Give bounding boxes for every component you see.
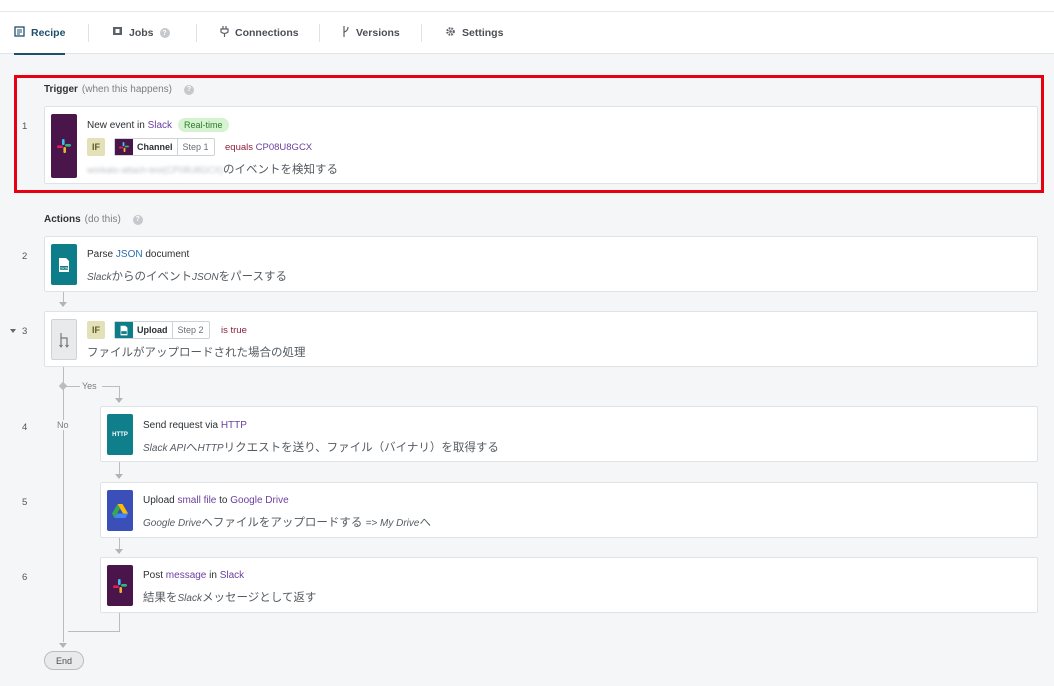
step-number: 6	[22, 572, 28, 583]
step-card-if-condition[interactable]: IF Upload Step 2 is true ファイルがアップロードされた場…	[44, 311, 1038, 367]
connector-arrow	[115, 549, 123, 554]
recipe-tabs: Recipe Jobs ? Connections Versions Setti…	[0, 12, 1054, 55]
tab-label: Versions	[356, 27, 400, 39]
tab-versions[interactable]: Versions	[342, 12, 400, 54]
help-icon[interactable]: ?	[159, 28, 170, 38]
if-tag: IF	[87, 321, 105, 339]
step-number: 2	[22, 251, 28, 262]
actions-title: Actions	[44, 214, 81, 225]
json-document-icon: JSON	[51, 244, 77, 285]
pill-name: Upload	[137, 325, 168, 335]
step-description: 結果をSlackメッセージとして返す	[143, 592, 317, 604]
top-bar	[0, 0, 1054, 12]
highlight-box	[14, 75, 1044, 193]
step-card-google-drive[interactable]: Upload small file to Google Drive Google…	[100, 482, 1038, 538]
tab-divider	[319, 24, 320, 42]
collapse-toggle[interactable]	[10, 329, 16, 333]
datapill-upload[interactable]: Upload Step 2	[114, 321, 210, 339]
step-description: Google Driveへファイルをアップロードする => My Driveへ	[143, 517, 431, 529]
tab-label: Jobs	[129, 27, 154, 39]
step-description: Slack APIへHTTPリクエストを送り、ファイル（バイナリ）を取得する	[143, 442, 499, 454]
connector-line	[68, 631, 120, 632]
plug-icon	[220, 26, 229, 40]
connector-line	[63, 292, 64, 302]
step-description: ファイルがアップロードされた場合の処理	[87, 347, 306, 359]
condition: is true	[221, 325, 247, 336]
step-number: 4	[22, 422, 28, 433]
step-card-slack-post[interactable]: Post message in Slack 結果をSlackメッセージとして返す	[100, 557, 1038, 613]
slack-icon	[107, 565, 133, 606]
actions-subtitle: (do this)	[84, 214, 121, 225]
pill-step: Step 2	[171, 322, 209, 338]
svg-text:JSON: JSON	[60, 266, 69, 270]
yes-branch-label: Yes	[80, 381, 99, 391]
http-icon: HTTP	[107, 414, 133, 455]
tab-label: Recipe	[31, 27, 66, 39]
gear-icon	[445, 26, 456, 40]
tab-jobs[interactable]: Jobs ?	[112, 12, 170, 54]
step-number: 5	[22, 497, 28, 508]
step-title: Upload small file to Google Drive	[143, 495, 289, 506]
tab-label: Connections	[235, 27, 299, 39]
connector-line	[102, 386, 120, 387]
step-card-parse-json[interactable]: JSON Parse JSON document SlackからのイベントJSO…	[44, 236, 1038, 292]
connector-line	[119, 462, 120, 474]
branch-icon	[51, 319, 77, 360]
step-title: Parse JSON document	[87, 249, 190, 260]
tab-connections[interactable]: Connections	[220, 12, 299, 54]
connector-arrow	[115, 398, 123, 403]
json-document-icon	[115, 322, 133, 338]
connector-line	[119, 613, 120, 631]
connector-arrow	[59, 643, 67, 648]
connector-arrow	[115, 474, 123, 479]
connector-arrow	[59, 302, 67, 307]
step-number: 3	[22, 326, 28, 337]
no-branch-label: No	[55, 420, 71, 430]
step-title: Post message in Slack	[143, 570, 245, 581]
tab-divider	[196, 24, 197, 42]
tab-label: Settings	[462, 27, 504, 39]
tab-divider	[88, 24, 89, 42]
help-icon[interactable]: ?	[132, 214, 143, 225]
connector-line	[66, 386, 80, 387]
document-icon	[14, 26, 25, 40]
step-title: Send request via HTTP	[143, 420, 247, 431]
connector-line	[119, 386, 120, 398]
branch-icon	[342, 26, 350, 40]
step-card-http[interactable]: HTTP Send request via HTTP Slack APIへHTT…	[100, 406, 1038, 462]
flag-icon	[112, 26, 123, 40]
tab-divider	[421, 24, 422, 42]
step-description: SlackからのイベントJSONをパースする	[87, 271, 288, 283]
end-node: End	[44, 651, 84, 670]
connector-line	[119, 538, 120, 549]
tab-settings[interactable]: Settings	[445, 12, 503, 54]
tab-recipe[interactable]: Recipe	[14, 12, 66, 55]
google-drive-icon	[107, 490, 133, 531]
actions-header: Actions (do this) ?	[44, 214, 143, 225]
